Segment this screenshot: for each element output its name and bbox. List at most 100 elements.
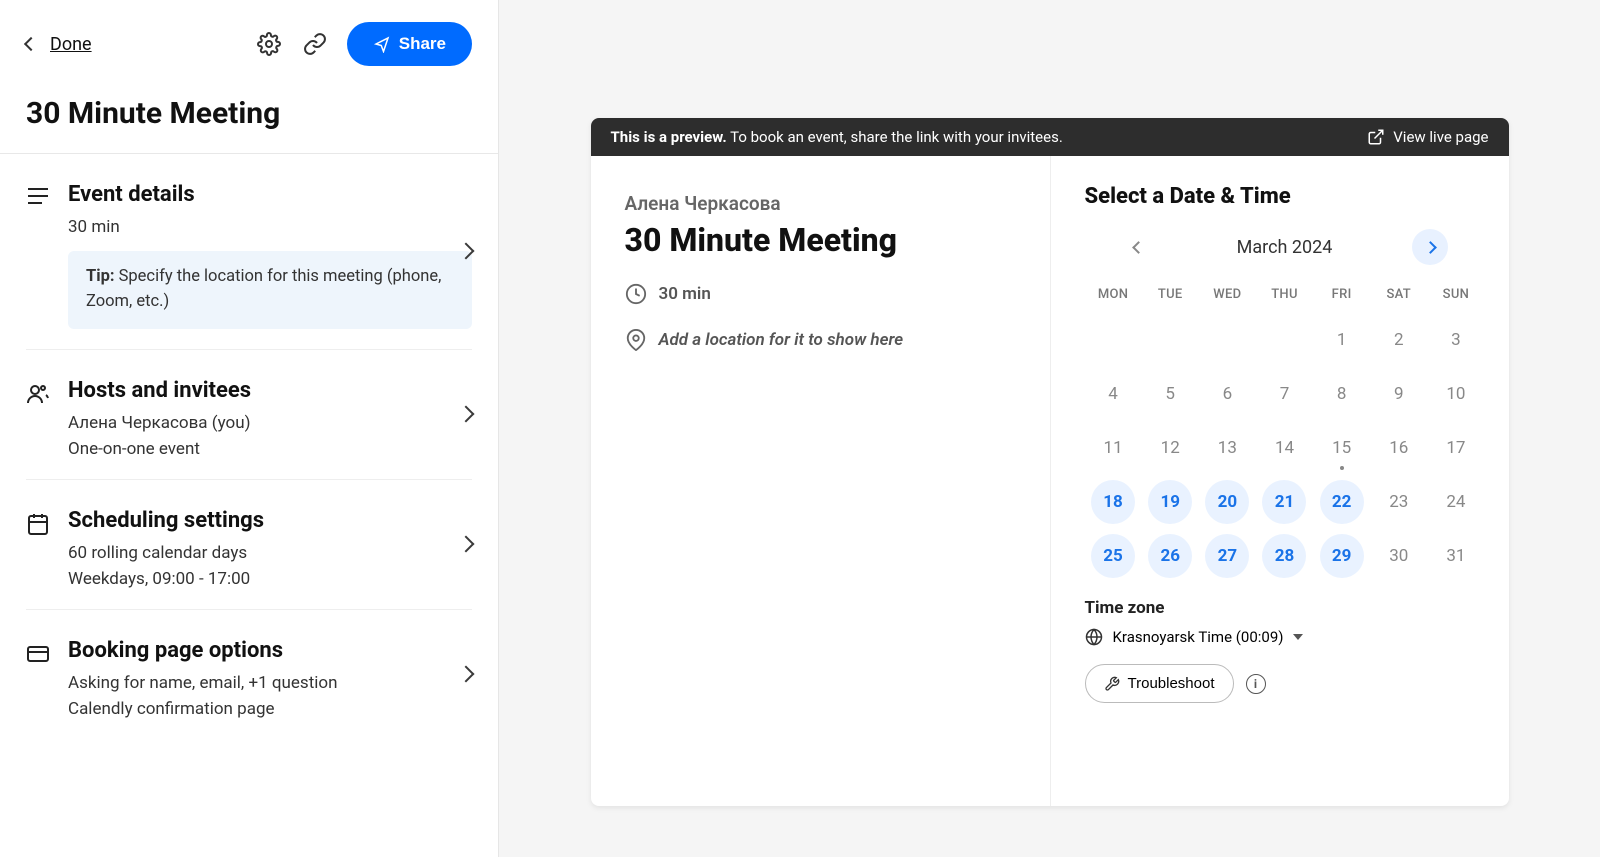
editor-header: Done	[0, 0, 498, 153]
calendar-day-available[interactable]: 26	[1142, 532, 1199, 580]
calendar-day	[1085, 316, 1142, 364]
copy-link-button[interactable]	[301, 30, 329, 58]
timezone-label: Time zone	[1085, 598, 1485, 618]
calendar-day: 10	[1427, 370, 1484, 418]
calendar-day: 8	[1313, 370, 1370, 418]
section-title: Booking page options	[68, 638, 472, 663]
view-live-page-button[interactable]: View live page	[1367, 128, 1488, 146]
month-label: March 2024	[1237, 237, 1333, 258]
section-event-details[interactable]: Event details 30 min Tip: Specify the lo…	[26, 154, 472, 350]
calendar-day: 23	[1370, 478, 1427, 526]
preview-pane: This is a preview. To book an event, sha…	[499, 0, 1600, 857]
section-booking-page-options[interactable]: Booking page options Asking for name, em…	[26, 610, 472, 739]
calendar-day-available[interactable]: 20	[1199, 478, 1256, 526]
preview-banner: This is a preview. To book an event, sha…	[591, 118, 1509, 156]
event-type-line: One-on-one event	[68, 439, 472, 459]
calendar-day-available[interactable]: 22	[1313, 478, 1370, 526]
section-hosts-invitees[interactable]: Hosts and invitees Алена Черкасова (you)…	[26, 350, 472, 480]
day-of-week-header: FRI	[1313, 279, 1370, 310]
external-link-icon	[1367, 128, 1385, 146]
day-of-week-header: THU	[1256, 279, 1313, 310]
next-month-button[interactable]	[1412, 229, 1448, 265]
caret-down-icon	[1293, 634, 1303, 640]
share-button[interactable]: Share	[347, 22, 472, 66]
calendar-day: 6	[1199, 370, 1256, 418]
people-icon	[26, 382, 52, 406]
calendar-day-available[interactable]: 18	[1085, 478, 1142, 526]
info-button[interactable]: i	[1246, 674, 1266, 694]
chevron-left-icon	[1132, 241, 1145, 254]
troubleshoot-button[interactable]: Troubleshoot	[1085, 664, 1234, 703]
gear-icon	[257, 32, 281, 56]
card-icon	[26, 642, 52, 666]
clock-icon	[625, 283, 647, 305]
timezone-value: Krasnoyarsk Time (00:09)	[1113, 628, 1284, 646]
share-icon	[373, 35, 391, 53]
preview-info-panel: Алена Черкасова 30 Minute Meeting 30 min…	[591, 156, 1051, 806]
preview-location-placeholder: Add a location for it to show here	[659, 330, 904, 350]
calendar-day: 1	[1313, 316, 1370, 364]
day-of-week-header: MON	[1085, 279, 1142, 310]
calendar-day	[1199, 316, 1256, 364]
editor-panel: Done	[0, 0, 499, 857]
calendar-day: 11	[1085, 424, 1142, 472]
section-title: Scheduling settings	[68, 508, 472, 533]
settings-button[interactable]	[255, 30, 283, 58]
calendar-day	[1256, 316, 1313, 364]
lines-icon	[26, 186, 52, 206]
globe-icon	[1085, 628, 1103, 646]
calendar-day: 2	[1370, 316, 1427, 364]
done-label: Done	[50, 34, 92, 55]
share-label: Share	[399, 34, 446, 54]
banner-text: To book an event, share the link with yo…	[727, 128, 1063, 146]
calendar-day: 13	[1199, 424, 1256, 472]
calendar-day: 15	[1313, 424, 1370, 472]
confirmation-line: Calendly confirmation page	[68, 699, 472, 719]
tip-box: Tip: Specify the location for this meeti…	[68, 251, 472, 329]
view-live-label: View live page	[1393, 128, 1488, 146]
calendar-day-available[interactable]: 29	[1313, 532, 1370, 580]
calendar-day: 14	[1256, 424, 1313, 472]
calendar-icon	[26, 512, 52, 536]
link-icon	[303, 32, 327, 56]
day-of-week-header: WED	[1199, 279, 1256, 310]
preview-duration: 30 min	[659, 284, 711, 304]
section-scheduling-settings[interactable]: Scheduling settings 60 rolling calendar …	[26, 480, 472, 610]
calendar-day: 5	[1142, 370, 1199, 418]
section-title: Event details	[68, 182, 472, 207]
calendar-day: 24	[1427, 478, 1484, 526]
calendar-day: 3	[1427, 316, 1484, 364]
calendar-day	[1142, 316, 1199, 364]
calendar-day: 4	[1085, 370, 1142, 418]
preview-host-name: Алена Черкасова	[625, 192, 1016, 215]
day-of-week-header: SUN	[1427, 279, 1484, 310]
calendar-day-available[interactable]: 25	[1085, 532, 1142, 580]
calendar-day: 16	[1370, 424, 1427, 472]
troubleshoot-label: Troubleshoot	[1128, 675, 1215, 692]
done-button[interactable]: Done	[26, 34, 92, 55]
chevron-left-icon	[24, 37, 38, 51]
calendar-day: 30	[1370, 532, 1427, 580]
section-title: Hosts and invitees	[68, 378, 472, 403]
prev-month-button[interactable]	[1121, 229, 1157, 265]
calendar-day: 17	[1427, 424, 1484, 472]
banner-bold: This is a preview.	[611, 128, 727, 146]
wrench-icon	[1104, 676, 1120, 692]
day-of-week-header: SAT	[1370, 279, 1427, 310]
select-datetime-heading: Select a Date & Time	[1085, 184, 1485, 209]
calendar-day: 31	[1427, 532, 1484, 580]
host-name-line: Алена Черкасова (you)	[68, 413, 472, 433]
preview-meeting-title: 30 Minute Meeting	[625, 221, 1016, 259]
calendar-day: 12	[1142, 424, 1199, 472]
today-indicator-icon	[1340, 466, 1344, 470]
date-range-line: 60 rolling calendar days	[68, 543, 472, 563]
calendar-day-available[interactable]: 21	[1256, 478, 1313, 526]
calendar-day-available[interactable]: 19	[1142, 478, 1199, 526]
page-title: 30 Minute Meeting	[26, 96, 472, 153]
calendar-day-available[interactable]: 27	[1199, 532, 1256, 580]
timezone-selector[interactable]: Krasnoyarsk Time (00:09)	[1085, 628, 1485, 646]
pin-icon	[625, 329, 647, 351]
calendar-day-available[interactable]: 28	[1256, 532, 1313, 580]
calendar-grid: MONTUEWEDTHUFRISATSUN1234567891011121314…	[1085, 279, 1485, 580]
calendar-day: 9	[1370, 370, 1427, 418]
